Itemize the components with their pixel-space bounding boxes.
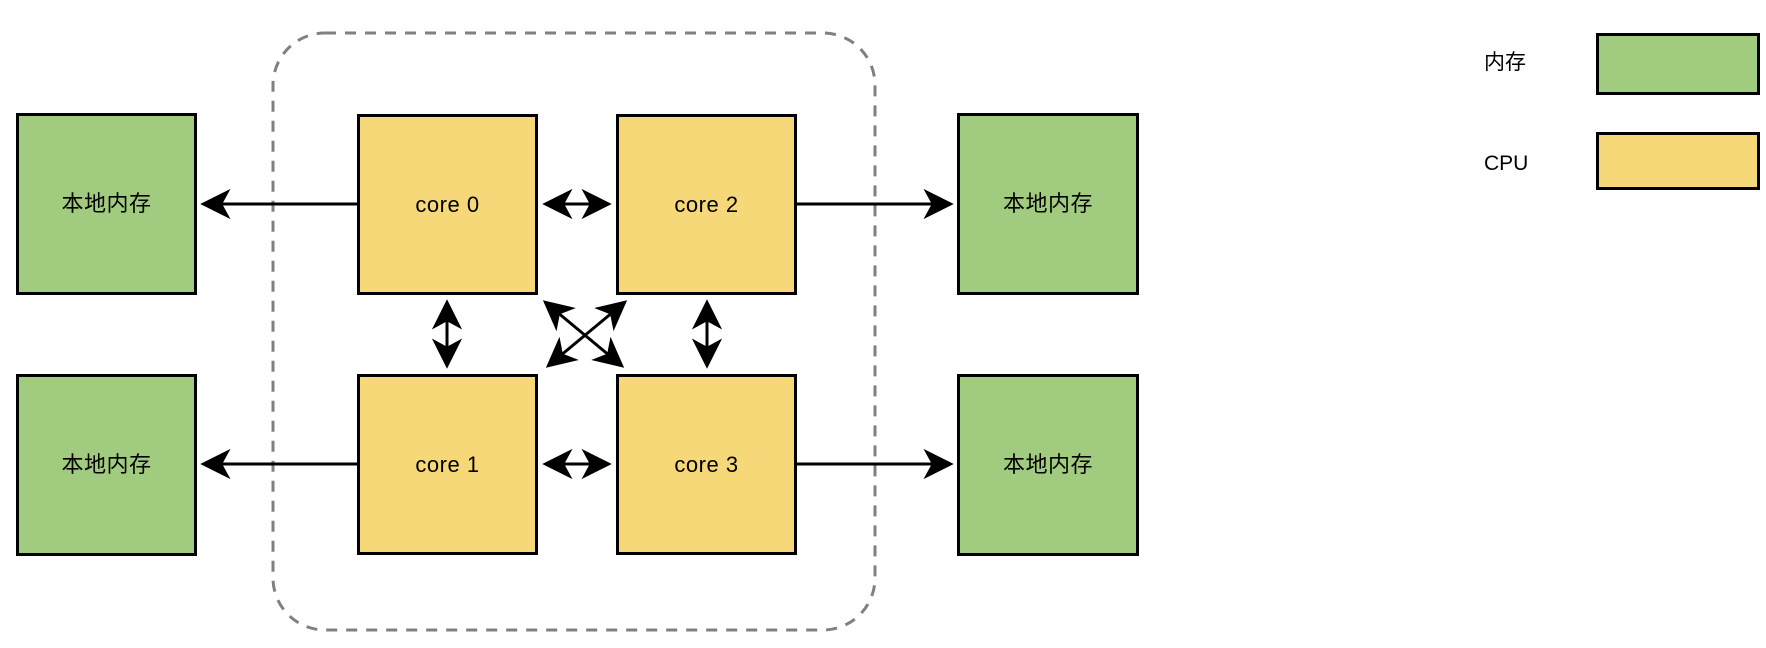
- cpu-core-3[interactable]: core 3: [616, 374, 797, 555]
- memory-node-top-right[interactable]: 本地内存: [957, 113, 1139, 295]
- legend-label-cpu: CPU: [1484, 152, 1529, 175]
- cpu-core-label: core 3: [674, 451, 739, 477]
- cpu-core-1[interactable]: core 1: [357, 374, 538, 555]
- legend-swatch-memory: [1596, 33, 1760, 95]
- memory-node-label: 本地内存: [1002, 452, 1093, 477]
- legend-label-memory: 内存: [1484, 51, 1526, 74]
- memory-node-label: 本地内存: [1002, 191, 1093, 216]
- cpu-core-label: core 0: [415, 191, 480, 217]
- cpu-core-0[interactable]: core 0: [357, 114, 538, 295]
- memory-node-label: 本地内存: [61, 191, 152, 216]
- cpu-core-label: core 1: [415, 451, 480, 477]
- cpu-core-label: core 2: [674, 191, 739, 217]
- memory-node-top-left[interactable]: 本地内存: [16, 113, 197, 295]
- link-core0-core3: [542, 300, 625, 368]
- link-core2-core1: [545, 300, 628, 368]
- diagram-canvas: [200, 31, 954, 632]
- cpu-core-2[interactable]: core 2: [616, 114, 797, 295]
- legend-swatch-cpu: [1596, 132, 1760, 190]
- memory-node-bottom-left[interactable]: 本地内存: [16, 374, 197, 556]
- memory-node-bottom-right[interactable]: 本地内存: [957, 374, 1139, 556]
- memory-node-label: 本地内存: [61, 452, 152, 477]
